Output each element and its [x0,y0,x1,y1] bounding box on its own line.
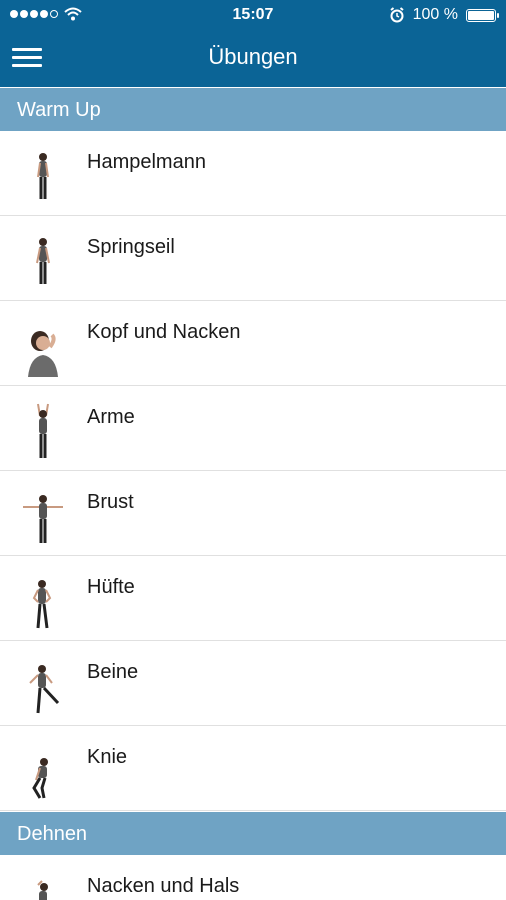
list-item-brust[interactable]: Brust [0,471,506,556]
list-item-arme[interactable]: Arme [0,386,506,471]
list-item-label: Hampelmann [87,151,206,173]
list-item-label: Nacken und Hals [87,875,240,897]
section-header-warm-up: Warm Up [0,88,506,131]
status-right: 100 % [389,6,499,24]
exercise-figure-icon [28,331,58,377]
exercise-figure-icon [37,880,48,900]
exercise-figure-icon [37,153,49,199]
navigation-bar: Übungen [0,30,506,87]
list-item-label: Kopf und Nacken [87,321,241,343]
alarm-icon [390,7,404,23]
list-item-huefte[interactable]: Hüfte [0,556,506,641]
list-item-knie[interactable]: Knie [0,726,506,811]
exercise-figure-icon [37,403,49,458]
exercise-figure-icon [32,758,48,799]
list-item-springseil[interactable]: Springseil [0,216,506,301]
exercise-figure-icon [32,580,52,629]
list-item-kopf-und-nacken[interactable]: Kopf und Nacken [0,301,506,386]
list-item-label: Knie [87,746,128,768]
list-item-beine[interactable]: Beine [0,641,506,726]
list-item-nacken-und-hals[interactable]: Nacken und Hals [0,855,506,900]
battery-percentage: 100 % [412,6,458,23]
list-item-label: Springseil [87,236,175,258]
page-title: Übungen [208,44,298,69]
battery-icon [466,8,499,22]
status-bar: 15:07 100 % [0,0,506,30]
list-item-label: Arme [87,406,135,428]
list-item-label: Hüfte [87,576,135,598]
list-item-label: Beine [87,661,139,683]
exercise-figure-icon [29,665,60,714]
list-item-label: Brust [87,491,134,513]
exercise-figure-icon [23,495,63,543]
section-header-dehnen: Dehnen [0,812,506,855]
list-item-hampelmann[interactable]: Hampelmann [0,131,506,216]
exercise-figure-icon [36,238,50,284]
